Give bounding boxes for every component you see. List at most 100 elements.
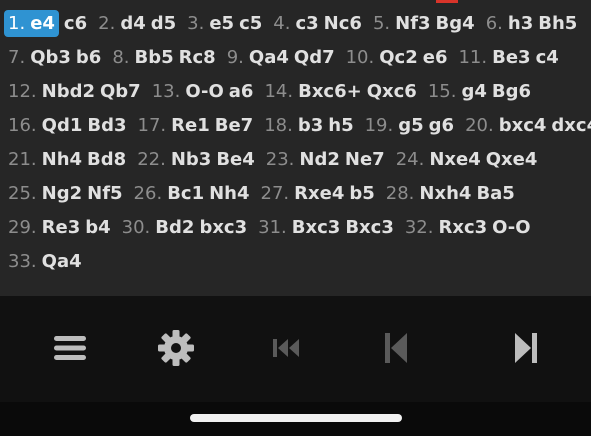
- black-move[interactable]: h5: [328, 115, 353, 136]
- white-move[interactable]: Nbd2: [42, 81, 95, 102]
- move-number: 6.: [485, 13, 503, 34]
- black-move[interactable]: dxc4: [551, 115, 591, 136]
- black-move[interactable]: b5: [349, 183, 374, 204]
- move-number: 29.: [8, 217, 37, 238]
- black-move[interactable]: O-O: [492, 217, 530, 238]
- white-move[interactable]: d4: [120, 13, 145, 34]
- settings-button[interactable]: [152, 324, 200, 372]
- white-move[interactable]: g5: [398, 115, 423, 136]
- move-pair: 32. Rxc3 O-O: [405, 217, 536, 238]
- black-move[interactable]: b6: [76, 47, 101, 68]
- move-pair: 3. e5 c5: [187, 13, 267, 34]
- black-move[interactable]: Bxc3: [345, 217, 394, 238]
- black-move[interactable]: Nf5: [87, 183, 122, 204]
- move-pair: 15. g4 Bg6: [428, 81, 536, 102]
- move-pair: 27. Rxe4 b5: [261, 183, 380, 204]
- white-move[interactable]: Nf3: [395, 13, 430, 34]
- black-move[interactable]: Rc8: [179, 47, 216, 68]
- white-move[interactable]: Qd1: [42, 115, 83, 136]
- move-number: 9.: [226, 47, 244, 68]
- next-move-button[interactable]: [502, 324, 550, 372]
- move-pair: 33. Qa4: [8, 251, 87, 272]
- move-pair: 18. b3 h5: [264, 115, 358, 136]
- white-move[interactable]: g4: [461, 81, 486, 102]
- white-move[interactable]: h3: [508, 13, 533, 34]
- black-move[interactable]: c5: [239, 13, 262, 34]
- black-move[interactable]: Bd8: [87, 149, 126, 170]
- move-number: 28.: [385, 183, 415, 204]
- black-move[interactable]: bxc3: [199, 217, 247, 238]
- black-move[interactable]: Be7: [215, 115, 253, 136]
- move-number: 22.: [137, 149, 166, 170]
- move-pair: 6. h3 Bh5: [486, 13, 583, 34]
- top-accent-bar: [436, 0, 458, 3]
- white-move[interactable]: O-O: [185, 81, 223, 102]
- black-move[interactable]: Ba5: [476, 183, 514, 204]
- white-move[interactable]: c3: [295, 13, 318, 34]
- white-move[interactable]: b3: [298, 115, 323, 136]
- black-move[interactable]: Bh5: [538, 13, 577, 34]
- white-move[interactable]: Qa4: [249, 47, 289, 68]
- black-move[interactable]: g6: [429, 115, 454, 136]
- white-move[interactable]: Bxc3: [292, 217, 341, 238]
- black-move[interactable]: Be4: [216, 149, 254, 170]
- move-number: 19.: [364, 115, 394, 136]
- black-move[interactable]: d5: [151, 13, 176, 34]
- move-number: 33.: [8, 251, 37, 272]
- white-move[interactable]: Bxc6+: [298, 81, 362, 102]
- move-number: 18.: [264, 115, 293, 136]
- white-move[interactable]: Re3: [42, 217, 81, 238]
- white-move[interactable]: e5: [209, 13, 234, 34]
- move-pair: 22. Nb3 Be4: [137, 149, 260, 170]
- move-number: 26.: [133, 183, 163, 204]
- move-number: 1.: [4, 10, 29, 37]
- home-indicator[interactable]: [190, 414, 402, 422]
- first-move-button[interactable]: [263, 324, 311, 372]
- move-pair: 19. g5 g6: [365, 115, 459, 136]
- white-move[interactable]: Qb3: [30, 47, 71, 68]
- black-move[interactable]: Ne7: [345, 149, 385, 170]
- white-move[interactable]: Bb5: [135, 47, 174, 68]
- move-list-panel: 1. e4 c6 2. d4 d5 3. e5 c5 4. c3 Nc6 5. Nf3 Bg4 6. h3 Bh5…: [0, 0, 591, 296]
- white-move[interactable]: bxc4: [499, 115, 547, 136]
- previous-move-button[interactable]: [372, 324, 420, 372]
- black-move[interactable]: c6: [64, 13, 87, 34]
- move-row: 16. Qd1 Bd3 17. Re1 Be7 18. b3 h5 19. g5 g6 20. bxc4 d…: [8, 109, 591, 143]
- black-move[interactable]: Nc6: [324, 13, 362, 34]
- black-move[interactable]: Bg6: [492, 81, 531, 102]
- white-move[interactable]: Qa4: [42, 251, 82, 272]
- black-move[interactable]: Bg4: [436, 13, 475, 34]
- white-move[interactable]: Nh4: [42, 149, 82, 170]
- black-move[interactable]: c4: [536, 47, 559, 68]
- black-move[interactable]: e6: [423, 47, 448, 68]
- move-number: 27.: [260, 183, 290, 204]
- black-move[interactable]: Bd3: [87, 115, 126, 136]
- black-move[interactable]: a6: [229, 81, 254, 102]
- black-move[interactable]: Qxe4: [486, 149, 538, 170]
- move-pair: 23. Nd2 Ne7: [266, 149, 390, 170]
- white-move[interactable]: Nd2: [299, 149, 339, 170]
- white-move[interactable]: Bc1: [167, 183, 204, 204]
- white-move[interactable]: Ng2: [42, 183, 82, 204]
- white-move[interactable]: Nxh4: [419, 183, 471, 204]
- black-move[interactable]: b4: [85, 217, 110, 238]
- black-move[interactable]: Qxc6: [367, 81, 417, 102]
- move-row: 7. Qb3 b6 8. Bb5 Rc8 9. Qa4 Qd7 10. Qc2 e6 11. Be3 c4: [8, 41, 585, 75]
- black-move[interactable]: Nh4: [209, 183, 249, 204]
- black-move[interactable]: Qb7: [100, 81, 141, 102]
- white-move[interactable]: Nb3: [171, 149, 211, 170]
- white-move[interactable]: Qc2: [379, 47, 418, 68]
- white-move[interactable]: e4: [28, 10, 59, 37]
- menu-button[interactable]: [46, 324, 94, 372]
- white-move[interactable]: Bd2: [155, 217, 194, 238]
- black-move[interactable]: Qd7: [294, 47, 335, 68]
- move-number: 7.: [8, 47, 26, 68]
- white-move[interactable]: Nxe4: [429, 149, 480, 170]
- white-move[interactable]: Re1: [171, 115, 210, 136]
- move-pair: 14. Bxc6+ Qxc6: [264, 81, 421, 102]
- white-move[interactable]: Rxc3: [438, 217, 487, 238]
- white-move[interactable]: Be3: [492, 47, 530, 68]
- move-number: 14.: [264, 81, 294, 102]
- white-move[interactable]: Rxe4: [294, 183, 344, 204]
- move-pair: 10. Qc2 e6: [346, 47, 453, 68]
